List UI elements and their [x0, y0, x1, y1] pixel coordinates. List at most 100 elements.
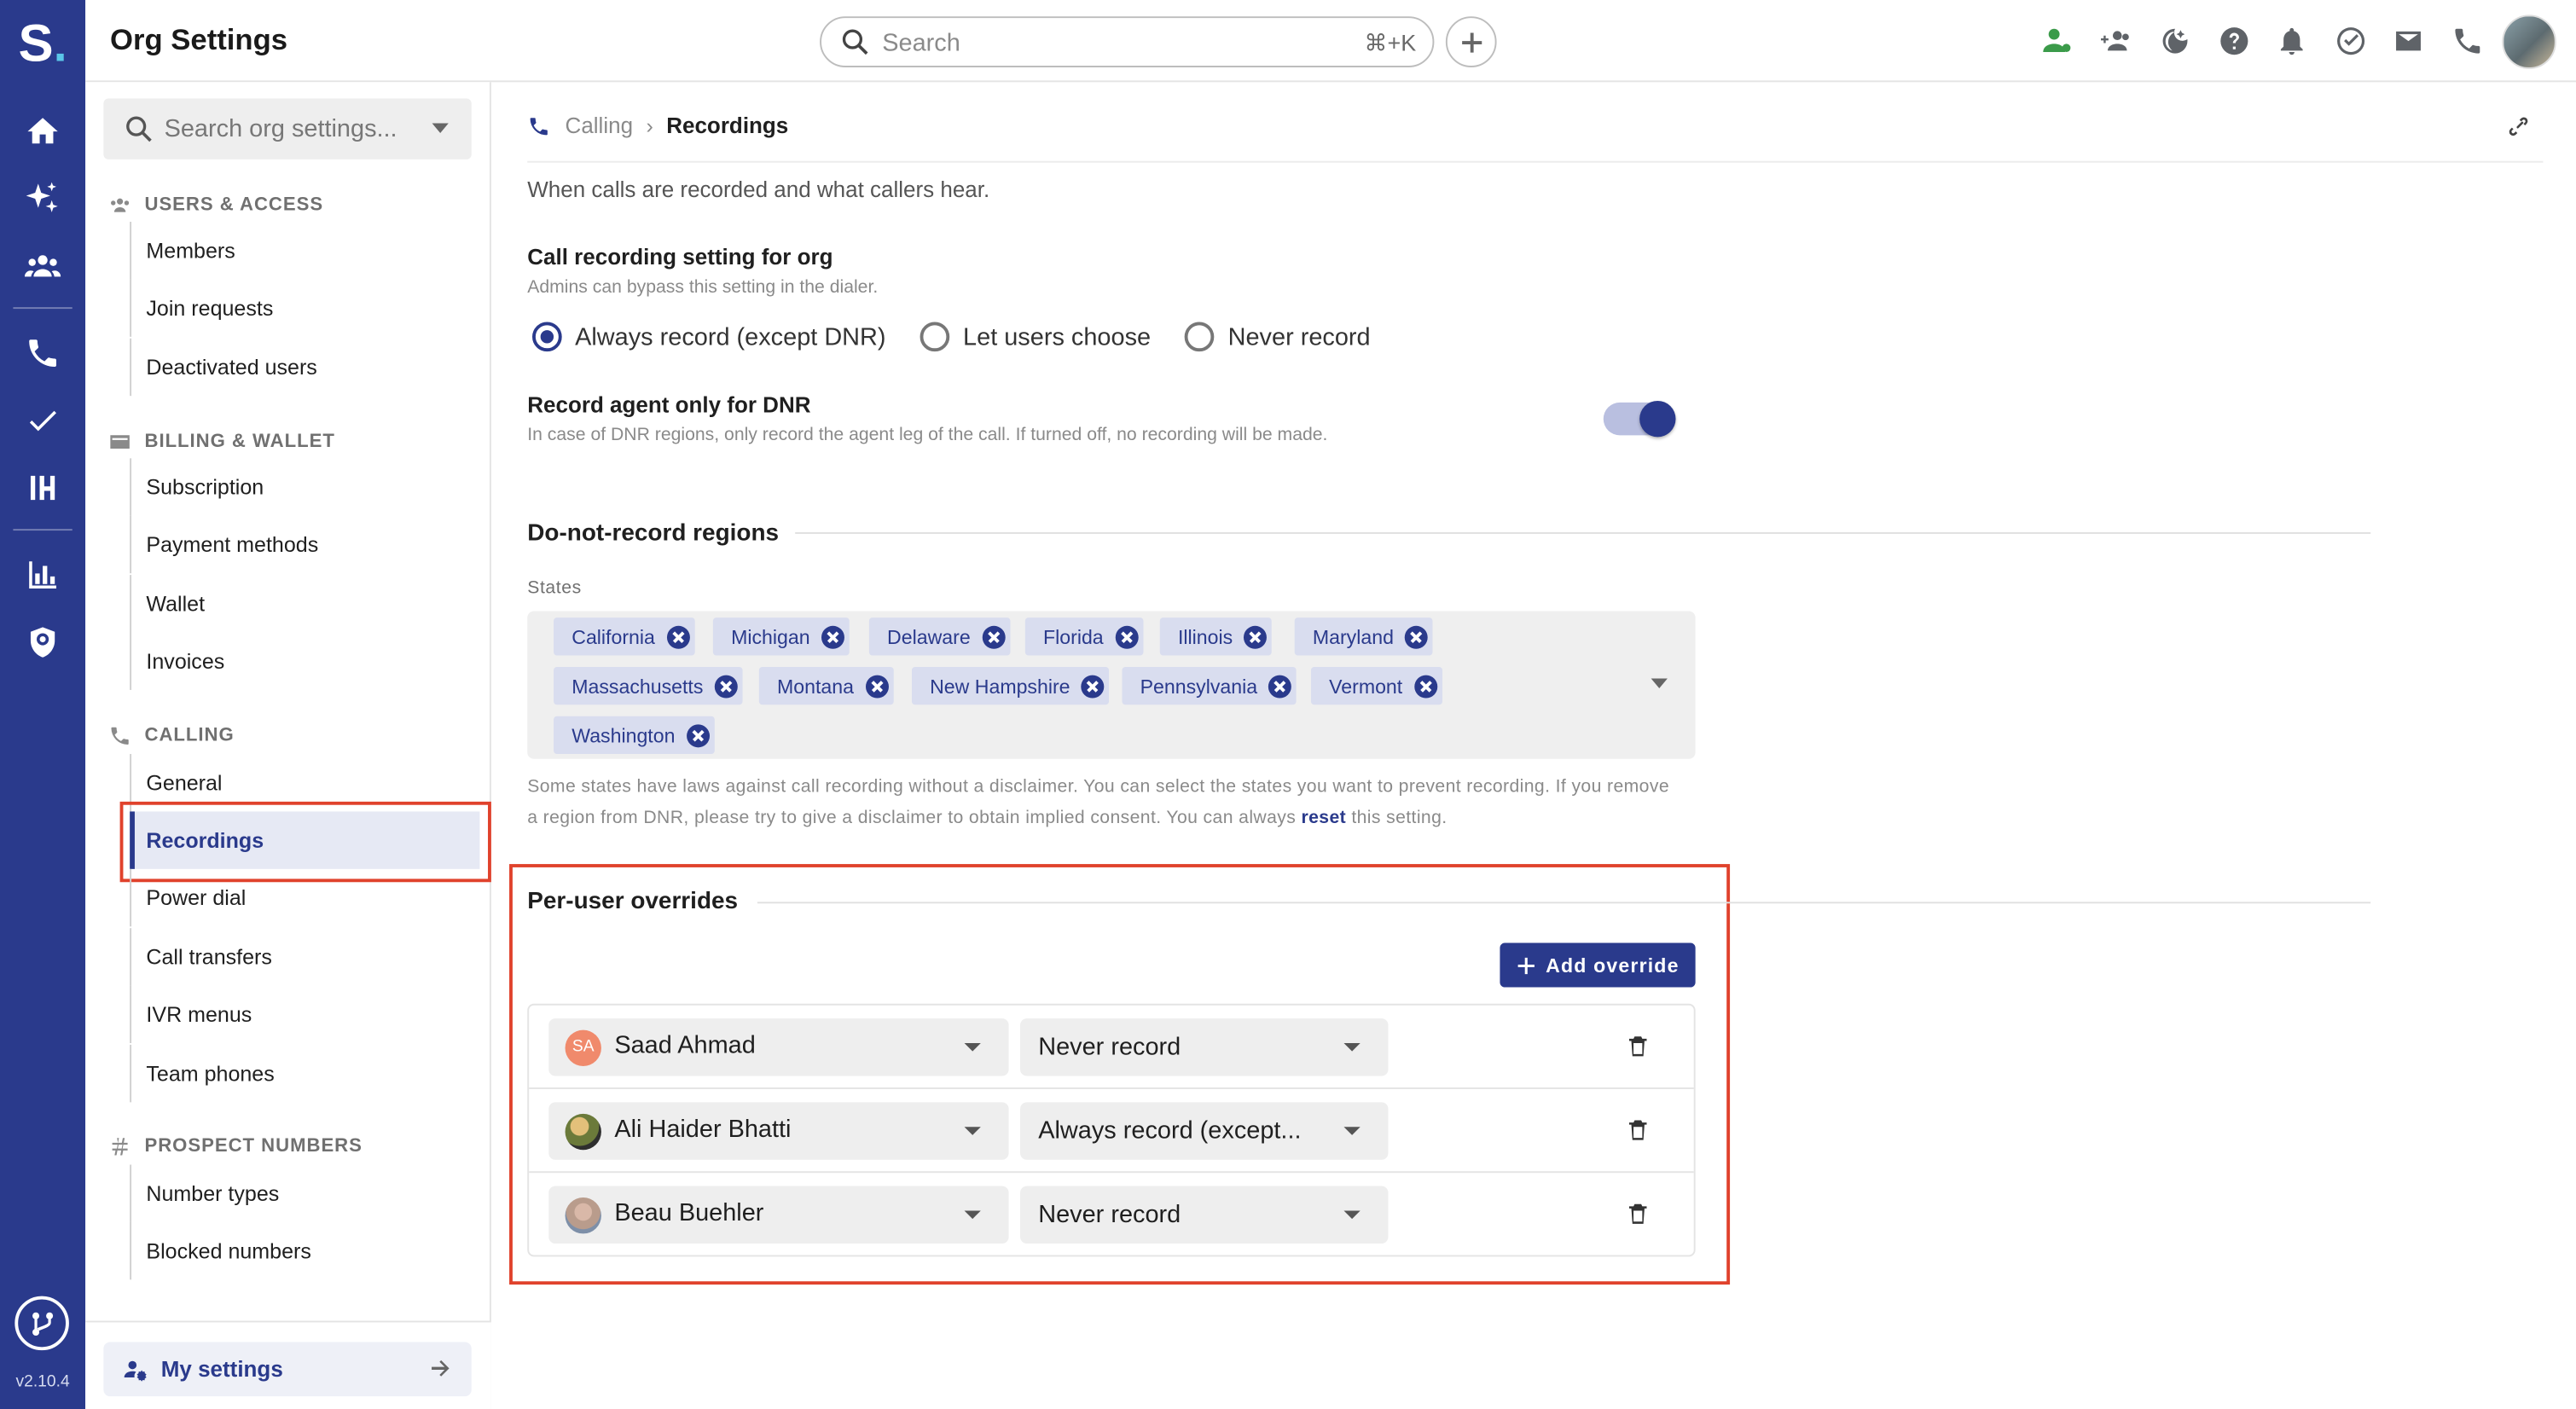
chevron-down-icon[interactable]	[432, 123, 449, 134]
sidebar-item-call-transfers[interactable]: Call transfers	[130, 928, 479, 986]
chevron-down-icon[interactable]	[1651, 678, 1668, 688]
sidebar-item-team-phones[interactable]: Team phones	[130, 1044, 479, 1103]
search-placeholder: Search	[882, 29, 960, 58]
sidebar-item-payment-methods[interactable]: Payment methods	[130, 515, 479, 574]
avatar	[565, 1197, 601, 1234]
sparkle-icon[interactable]	[0, 171, 85, 226]
settings-search-placeholder: Search org settings...	[164, 114, 397, 143]
states-multiselect[interactable]: California Michigan Delaware Florida Ill…	[527, 611, 1696, 759]
avatar	[565, 1113, 601, 1151]
remove-chip-icon[interactable]	[821, 624, 845, 648]
sidebar-item-wallet[interactable]: Wallet	[130, 575, 479, 633]
check-icon[interactable]	[0, 392, 85, 448]
hub-icon[interactable]	[0, 460, 85, 515]
section-prospect-numbers: PROSPECT NUMBERS	[108, 1135, 363, 1158]
global-search[interactable]: Search ⌘+K	[820, 16, 1435, 67]
sidebar-item-join-requests[interactable]: Join requests	[130, 279, 479, 337]
override-mode-select[interactable]: Always record (except...	[1020, 1102, 1389, 1160]
sidebar-footer: My settings	[85, 1320, 491, 1409]
shield-icon[interactable]	[0, 614, 85, 670]
sidebar-item-number-types[interactable]: Number types	[130, 1164, 479, 1222]
user-settings-icon	[124, 1360, 147, 1382]
sidebar-item-power-dial[interactable]: Power dial	[130, 868, 479, 927]
radio-always-record[interactable]: Always record (except DNR)	[527, 322, 886, 352]
app-version: v2.10.4	[15, 1373, 70, 1392]
state-chip-florida: Florida	[1024, 618, 1143, 656]
search-icon	[126, 116, 152, 142]
notifications-icon[interactable]	[2272, 21, 2312, 61]
sidebar-item-deactivated-users[interactable]: Deactivated users	[130, 338, 479, 397]
sidebar-item-blocked-numbers[interactable]: Blocked numbers	[130, 1221, 479, 1280]
create-button[interactable]	[1445, 16, 1497, 67]
agent-only-toggle[interactable]	[1603, 400, 1676, 438]
add-override-button[interactable]: Add override	[1500, 942, 1696, 988]
override-mode-select[interactable]: Never record	[1020, 1186, 1389, 1244]
delete-override-icon[interactable]	[1625, 1033, 1651, 1059]
state-chip-delaware: Delaware	[868, 618, 1010, 656]
overrides-table: SA Saad Ahmad Never record Ali Haider Bh…	[527, 1003, 1696, 1257]
remove-chip-icon[interactable]	[1268, 674, 1292, 698]
remove-chip-icon[interactable]	[1413, 674, 1437, 698]
remove-chip-icon[interactable]	[1115, 624, 1139, 648]
settings-search-input[interactable]: Search org settings...	[103, 98, 472, 159]
sidebar-item-invoices[interactable]: Invoices	[130, 632, 479, 690]
do-not-disturb-icon[interactable]	[2155, 21, 2195, 61]
breadcrumb-parent[interactable]: Calling	[566, 113, 634, 138]
my-settings-label: My settings	[160, 1356, 283, 1382]
integrations-icon[interactable]	[15, 1296, 69, 1351]
state-chip-new-hampshire: New Hampshire	[911, 666, 1110, 705]
search-icon	[842, 29, 868, 55]
remove-chip-icon[interactable]	[666, 624, 690, 648]
section-users-access: USERS & ACCESS	[108, 194, 323, 217]
override-mode-select[interactable]: Never record	[1020, 1018, 1389, 1076]
sidebar-item-members[interactable]: Members	[130, 222, 479, 280]
reset-link[interactable]: reset	[1302, 809, 1347, 828]
delete-override-icon[interactable]	[1625, 1117, 1651, 1144]
remove-chip-icon[interactable]	[1082, 674, 1105, 698]
radio-let-users-choose[interactable]: Let users choose	[915, 322, 1151, 352]
state-chip-michigan: Michigan	[712, 618, 850, 656]
phone-icon[interactable]	[0, 325, 85, 380]
my-settings-button[interactable]: My settings	[103, 1342, 472, 1397]
bar-chart-icon[interactable]	[0, 547, 85, 602]
phone-icon[interactable]	[2448, 21, 2487, 61]
state-chip-massachusetts: Massachusetts	[554, 666, 743, 705]
remove-chip-icon[interactable]	[714, 674, 738, 698]
settings-sidebar: Search org settings... USERS & ACCESS Me…	[85, 82, 491, 1409]
agent-only-subtitle: In case of DNR regions, only record the …	[527, 425, 1328, 445]
phone-icon	[111, 727, 129, 745]
help-icon[interactable]	[2214, 21, 2254, 61]
remove-chip-icon[interactable]	[1244, 624, 1268, 648]
sidebar-item-ivr-menus[interactable]: IVR menus	[130, 985, 479, 1044]
user-status-icon[interactable]	[2037, 21, 2076, 61]
remove-chip-icon[interactable]	[1405, 624, 1429, 648]
remove-chip-icon[interactable]	[982, 624, 1006, 648]
states-label: States	[527, 577, 582, 599]
tasks-icon[interactable]	[2331, 21, 2370, 61]
avatar[interactable]	[2502, 14, 2556, 69]
agent-only-title: Record agent only for DNR	[527, 392, 811, 418]
sidebar-item-subscription[interactable]: Subscription	[130, 458, 479, 516]
phone-icon	[530, 117, 548, 135]
breadcrumb-current: Recordings	[666, 113, 789, 138]
team-icon[interactable]	[0, 238, 85, 293]
recording-setting-title: Call recording setting for org	[527, 244, 833, 270]
override-user-select[interactable]: SA Saad Ahmad	[548, 1018, 1009, 1076]
mail-icon[interactable]	[2388, 21, 2428, 61]
table-row: SA Saad Ahmad Never record	[529, 1006, 1694, 1089]
remove-chip-icon[interactable]	[686, 723, 710, 747]
home-icon[interactable]	[0, 103, 85, 159]
chevron-down-icon	[1343, 1127, 1361, 1135]
override-user-select[interactable]: Beau Buehler	[548, 1186, 1009, 1244]
state-chip-illinois: Illinois	[1159, 618, 1273, 656]
remove-chip-icon[interactable]	[865, 674, 889, 698]
chevron-down-icon	[964, 1210, 981, 1220]
override-user-select[interactable]: Ali Haider Bhatti	[548, 1102, 1009, 1160]
recording-setting-subtitle: Admins can bypass this setting in the di…	[527, 277, 879, 298]
radio-never-record[interactable]: Never record	[1181, 322, 1371, 352]
add-user-icon[interactable]	[2097, 21, 2136, 61]
app-logo[interactable]: S.	[0, 10, 85, 76]
link-icon[interactable]	[2505, 113, 2532, 140]
chevron-down-icon	[964, 1043, 981, 1052]
delete-override-icon[interactable]	[1625, 1201, 1651, 1227]
